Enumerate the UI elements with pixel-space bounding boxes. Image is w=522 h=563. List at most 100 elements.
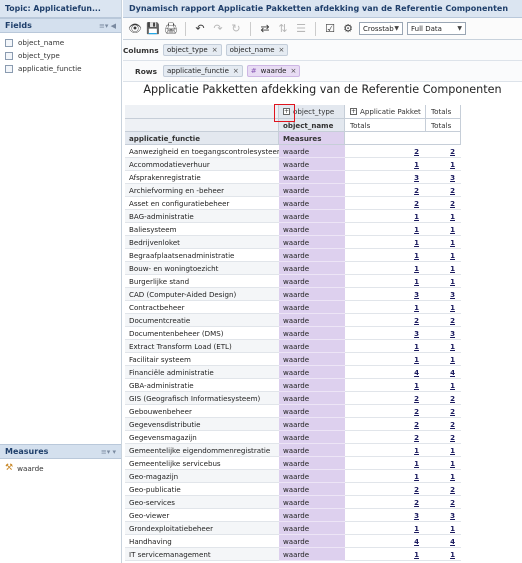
table-row-total-link[interactable]: 2 <box>450 147 455 156</box>
table-row-total[interactable]: 1 <box>426 470 461 483</box>
table-row-total[interactable]: 3 <box>426 509 461 522</box>
table-row-value[interactable]: 1 <box>345 379 426 392</box>
sort-icon[interactable]: ⇅ <box>276 22 290 36</box>
table-row-total-link[interactable]: 1 <box>450 251 455 260</box>
table-row-total[interactable]: 1 <box>426 340 461 353</box>
table-row-value[interactable]: 3 <box>345 327 426 340</box>
table-row-value-link[interactable]: 3 <box>414 511 419 520</box>
table-row-value[interactable]: 3 <box>345 288 426 301</box>
table-row-total-link[interactable]: 1 <box>450 524 455 533</box>
table-row-value-link[interactable]: 1 <box>414 264 419 273</box>
table-row-value-link[interactable]: 1 <box>414 355 419 364</box>
table-row-total-link[interactable]: 1 <box>450 550 455 559</box>
row-chip-waarde[interactable]: # waarde × <box>246 65 301 77</box>
table-row-value-link[interactable]: 1 <box>414 212 419 221</box>
table-row-value[interactable]: 2 <box>345 314 426 327</box>
table-row-total[interactable]: 2 <box>426 145 461 158</box>
table-row-value-link[interactable]: 2 <box>414 420 419 429</box>
field-object-type[interactable]: object_type <box>0 49 121 62</box>
table-row-total[interactable]: 1 <box>426 353 461 366</box>
table-row-total-link[interactable]: 1 <box>450 264 455 273</box>
measures-menu-icon[interactable]: ≡▾ ▾ <box>101 448 116 456</box>
topic-title[interactable]: Topic: Applicatiefun... <box>5 4 116 13</box>
expand-icon[interactable]: + <box>350 108 357 115</box>
table-row-value-link[interactable]: 1 <box>414 524 419 533</box>
table-row-value-link[interactable]: 4 <box>414 368 419 377</box>
table-row-total-link[interactable]: 1 <box>450 459 455 468</box>
table-row-value-link[interactable]: 1 <box>414 472 419 481</box>
table-row-total-link[interactable]: 1 <box>450 381 455 390</box>
table-row-total[interactable]: 2 <box>426 314 461 327</box>
table-row-total[interactable]: 2 <box>426 418 461 431</box>
table-row-total-link[interactable]: 3 <box>450 290 455 299</box>
table-row-total[interactable]: 1 <box>426 223 461 236</box>
save-icon[interactable]: 💾 <box>146 22 160 36</box>
table-row-value[interactable]: 1 <box>345 444 426 457</box>
table-row-value-link[interactable]: 1 <box>414 459 419 468</box>
table-row-value-link[interactable]: 1 <box>414 160 419 169</box>
table-row-value-link[interactable]: 2 <box>414 316 419 325</box>
column-chip-object-name[interactable]: object_name × <box>225 44 289 56</box>
table-row-total[interactable]: 1 <box>426 158 461 171</box>
table-row-total[interactable]: 2 <box>426 392 461 405</box>
table-row-value[interactable]: 1 <box>345 470 426 483</box>
table-row-value[interactable]: 2 <box>345 184 426 197</box>
table-row-total[interactable]: 1 <box>426 444 461 457</box>
table-row-total[interactable]: 1 <box>426 379 461 392</box>
table-row-value-link[interactable]: 2 <box>414 407 419 416</box>
table-row-value-link[interactable]: 1 <box>414 446 419 455</box>
table-row-value-link[interactable]: 1 <box>414 381 419 390</box>
table-row-total[interactable]: 4 <box>426 535 461 548</box>
table-row-total-link[interactable]: 1 <box>450 303 455 312</box>
table-row-value-link[interactable]: 1 <box>414 251 419 260</box>
row-chip-applicatie-functie[interactable]: applicatie_functie × <box>163 65 243 77</box>
table-row-value-link[interactable]: 2 <box>414 485 419 494</box>
table-row-value[interactable]: 2 <box>345 197 426 210</box>
table-row-value-link[interactable]: 1 <box>414 277 419 286</box>
table-row-total-link[interactable]: 2 <box>450 199 455 208</box>
table-row-total-link[interactable]: 4 <box>450 537 455 546</box>
table-row-value[interactable]: 3 <box>345 171 426 184</box>
table-row-total[interactable]: 1 <box>426 262 461 275</box>
checkbox-options-icon[interactable]: ☑ <box>323 22 337 36</box>
field-applicatie-functie[interactable]: applicatie_functie <box>0 62 121 75</box>
table-row-value-link[interactable]: 2 <box>414 433 419 442</box>
table-row-value-link[interactable]: 4 <box>414 537 419 546</box>
table-row-total-link[interactable]: 2 <box>450 433 455 442</box>
col-group-header[interactable]: + Applicatie Pakket <box>345 105 426 119</box>
table-row-total[interactable]: 3 <box>426 327 461 340</box>
settings-icon[interactable]: ⚙ <box>341 22 355 36</box>
close-icon[interactable]: × <box>212 46 218 54</box>
fields-menu-icon[interactable]: ≡▾ ◀ <box>99 22 116 30</box>
table-row-total-link[interactable]: 1 <box>450 355 455 364</box>
table-row-value[interactable]: 1 <box>345 210 426 223</box>
table-row-total[interactable]: 1 <box>426 236 461 249</box>
undo-icon[interactable]: ↶ <box>193 22 207 36</box>
table-row-value[interactable]: 2 <box>345 145 426 158</box>
data-mode-select[interactable]: Full Data ▼ <box>407 22 466 35</box>
table-row-total-link[interactable]: 1 <box>450 160 455 169</box>
table-row-value-link[interactable]: 2 <box>414 394 419 403</box>
table-row-total[interactable]: 1 <box>426 457 461 470</box>
table-row-total-link[interactable]: 2 <box>450 186 455 195</box>
table-row-value-link[interactable]: 1 <box>414 303 419 312</box>
table-row-value-link[interactable]: 3 <box>414 290 419 299</box>
table-row-total-link[interactable]: 2 <box>450 394 455 403</box>
table-row-total[interactable]: 1 <box>426 301 461 314</box>
table-row-value-link[interactable]: 1 <box>414 342 419 351</box>
table-row-total-link[interactable]: 3 <box>450 329 455 338</box>
table-row-value[interactable]: 2 <box>345 392 426 405</box>
table-row-total[interactable]: 2 <box>426 431 461 444</box>
table-row-total[interactable]: 2 <box>426 405 461 418</box>
table-row-value[interactable]: 2 <box>345 418 426 431</box>
table-row-total[interactable]: 2 <box>426 184 461 197</box>
table-row-total[interactable]: 1 <box>426 249 461 262</box>
view-mode-select[interactable]: Crosstab ▼ <box>359 22 403 35</box>
table-row-value[interactable]: 3 <box>345 509 426 522</box>
table-row-total-link[interactable]: 1 <box>450 277 455 286</box>
list-icon[interactable]: ☰ <box>294 22 308 36</box>
table-row-total[interactable]: 4 <box>426 366 461 379</box>
table-row-value[interactable]: 1 <box>345 457 426 470</box>
table-row-value[interactable]: 4 <box>345 535 426 548</box>
table-row-total[interactable]: 2 <box>426 496 461 509</box>
